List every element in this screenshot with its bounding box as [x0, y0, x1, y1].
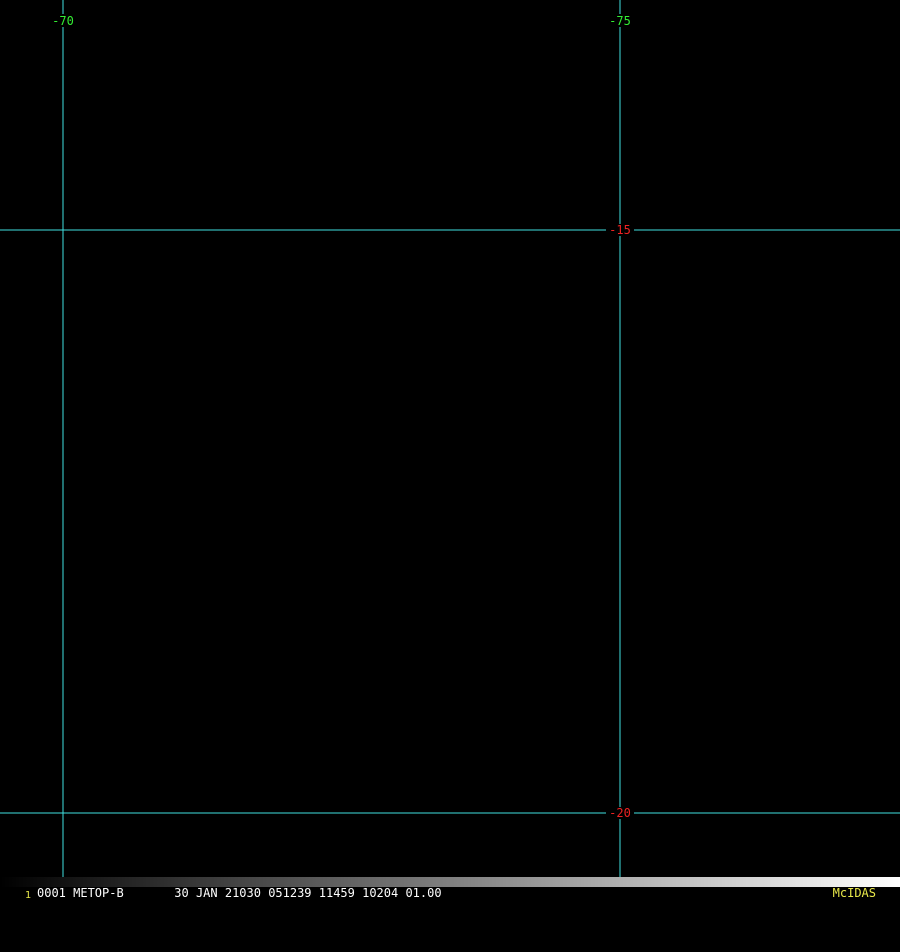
status-strip: 1 0001 METOP-B 30 JAN 21030 051239 11459…	[0, 877, 900, 901]
status-line: 1 0001 METOP-B 30 JAN 21030 051239 11459…	[0, 886, 900, 901]
latitude-label: -15	[609, 223, 631, 237]
satellite-image-frame: -70 -75 -15 -20	[0, 0, 900, 900]
mcidas-brand: McIDAS	[832, 886, 876, 900]
latitude-label: -20	[609, 806, 631, 820]
lat-lon-graticule: -70 -75 -15 -20	[0, 0, 900, 887]
image-info-text: 0001 METOP-B 30 JAN 21030 051239 11459 1…	[37, 886, 442, 900]
longitude-label: -75	[609, 14, 631, 28]
longitude-label: -70	[52, 14, 74, 28]
frame-number: 1	[25, 890, 32, 901]
